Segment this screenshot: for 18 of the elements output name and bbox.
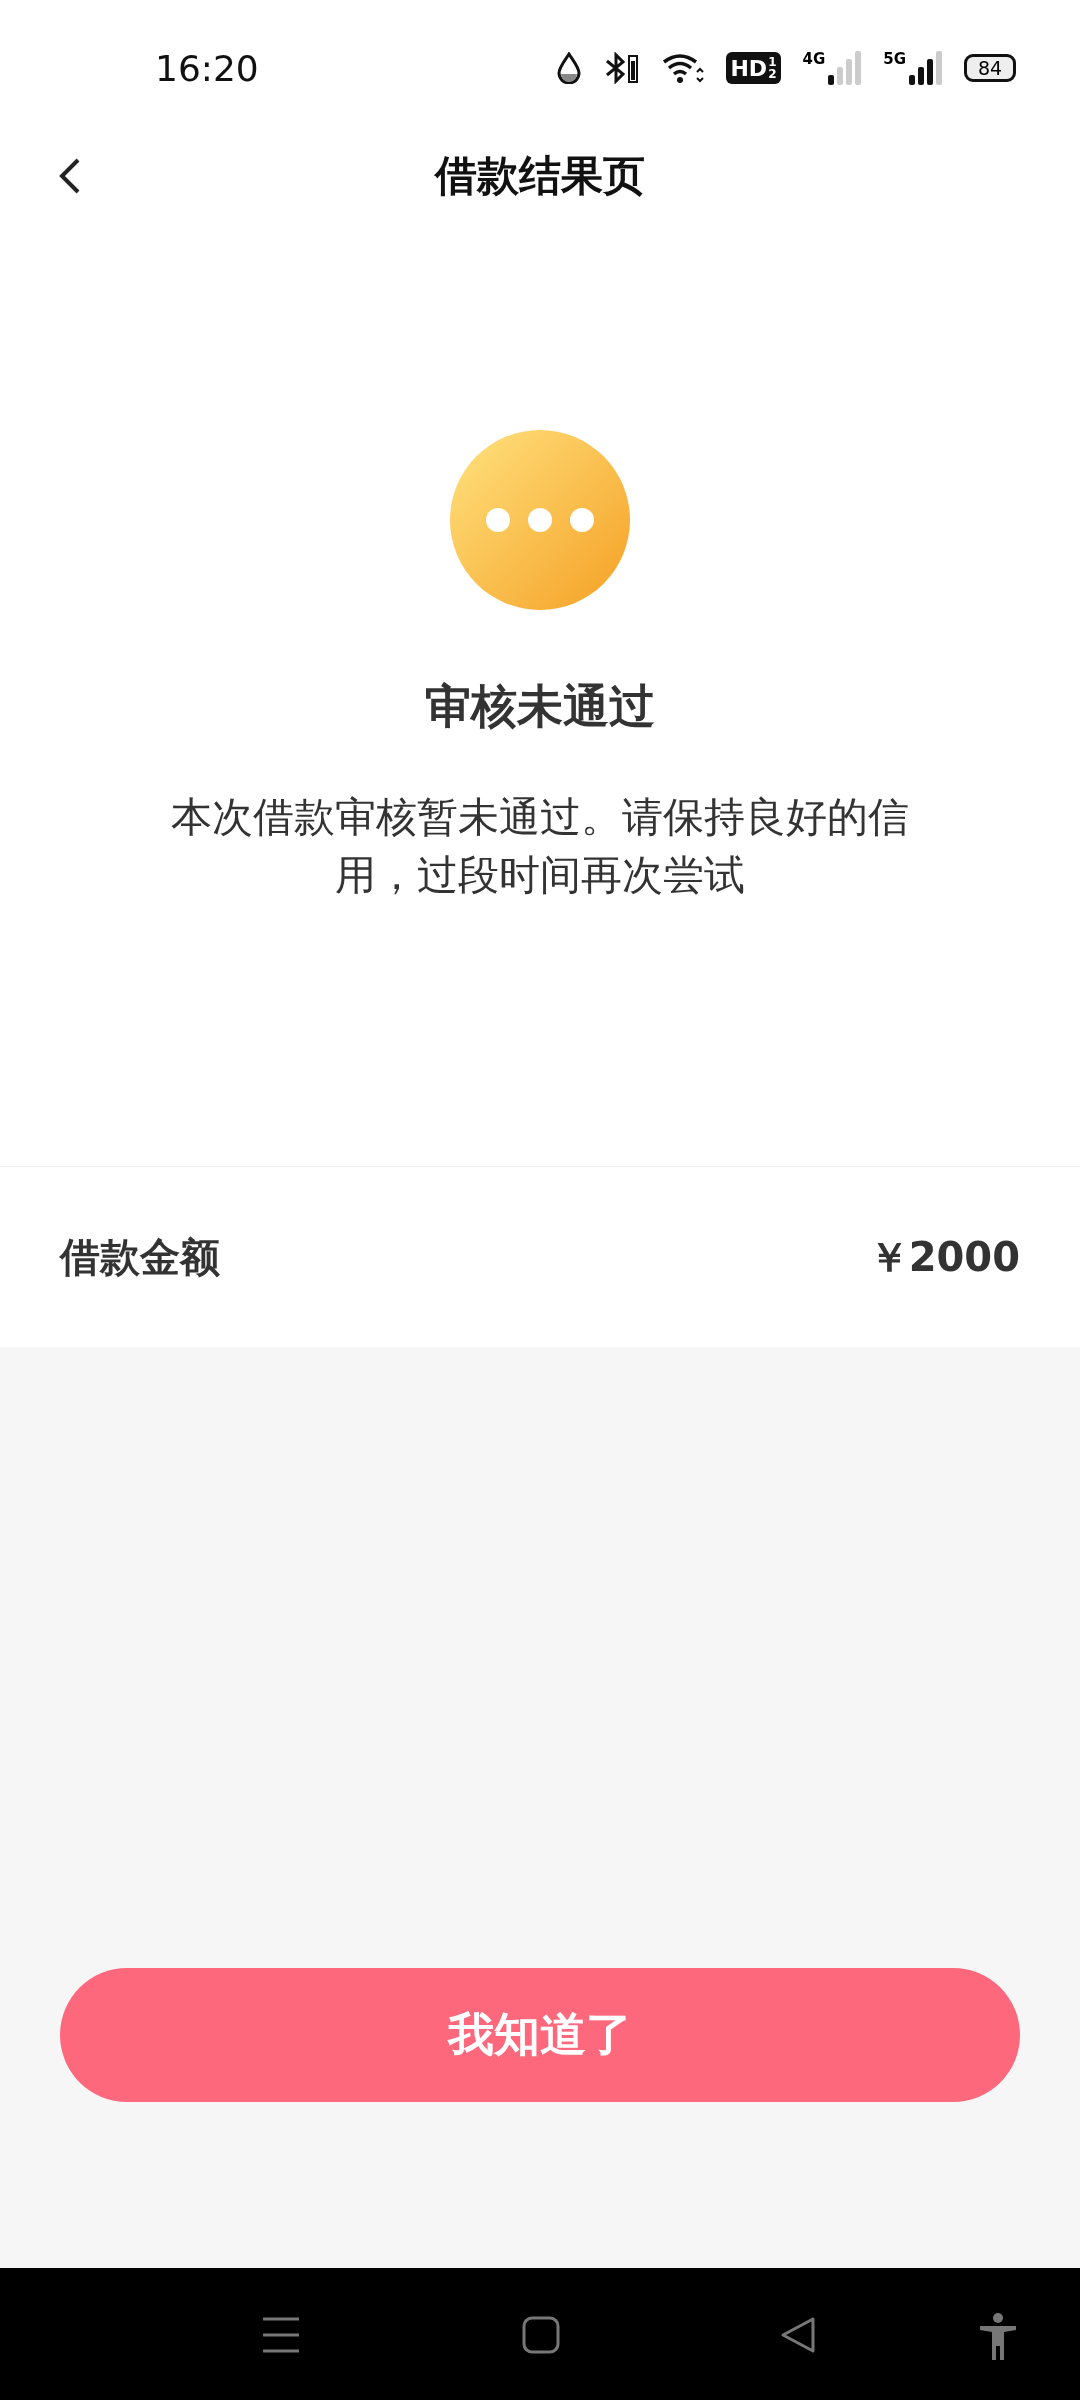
bluetooth-icon <box>604 52 641 84</box>
menu-icon[interactable] <box>262 2316 300 2354</box>
page-title: 借款结果页 <box>435 150 645 202</box>
back-nav-icon[interactable] <box>780 2316 816 2354</box>
amount-label: 借款金额 <box>60 1232 220 1282</box>
result-message: 本次借款审核暂未通过。请保持良好的信用，过段时间再次尝试 <box>170 792 910 901</box>
drop-icon <box>556 52 583 84</box>
signal-indicator: 5G <box>883 51 942 85</box>
confirm-button[interactable]: 我知道了 <box>60 1968 1020 2102</box>
wifi-icon <box>662 52 705 84</box>
accessibility-icon[interactable] <box>978 2312 1018 2362</box>
signal-indicator: 4G <box>802 51 862 85</box>
back-icon[interactable] <box>58 156 82 196</box>
status-time: 16:20 <box>155 47 259 89</box>
result-title: 审核未通过 <box>425 678 655 735</box>
amount-value: ￥2000 <box>868 1232 1020 1282</box>
battery-indicator: 84 <box>964 54 1016 82</box>
home-icon[interactable] <box>522 2316 560 2354</box>
